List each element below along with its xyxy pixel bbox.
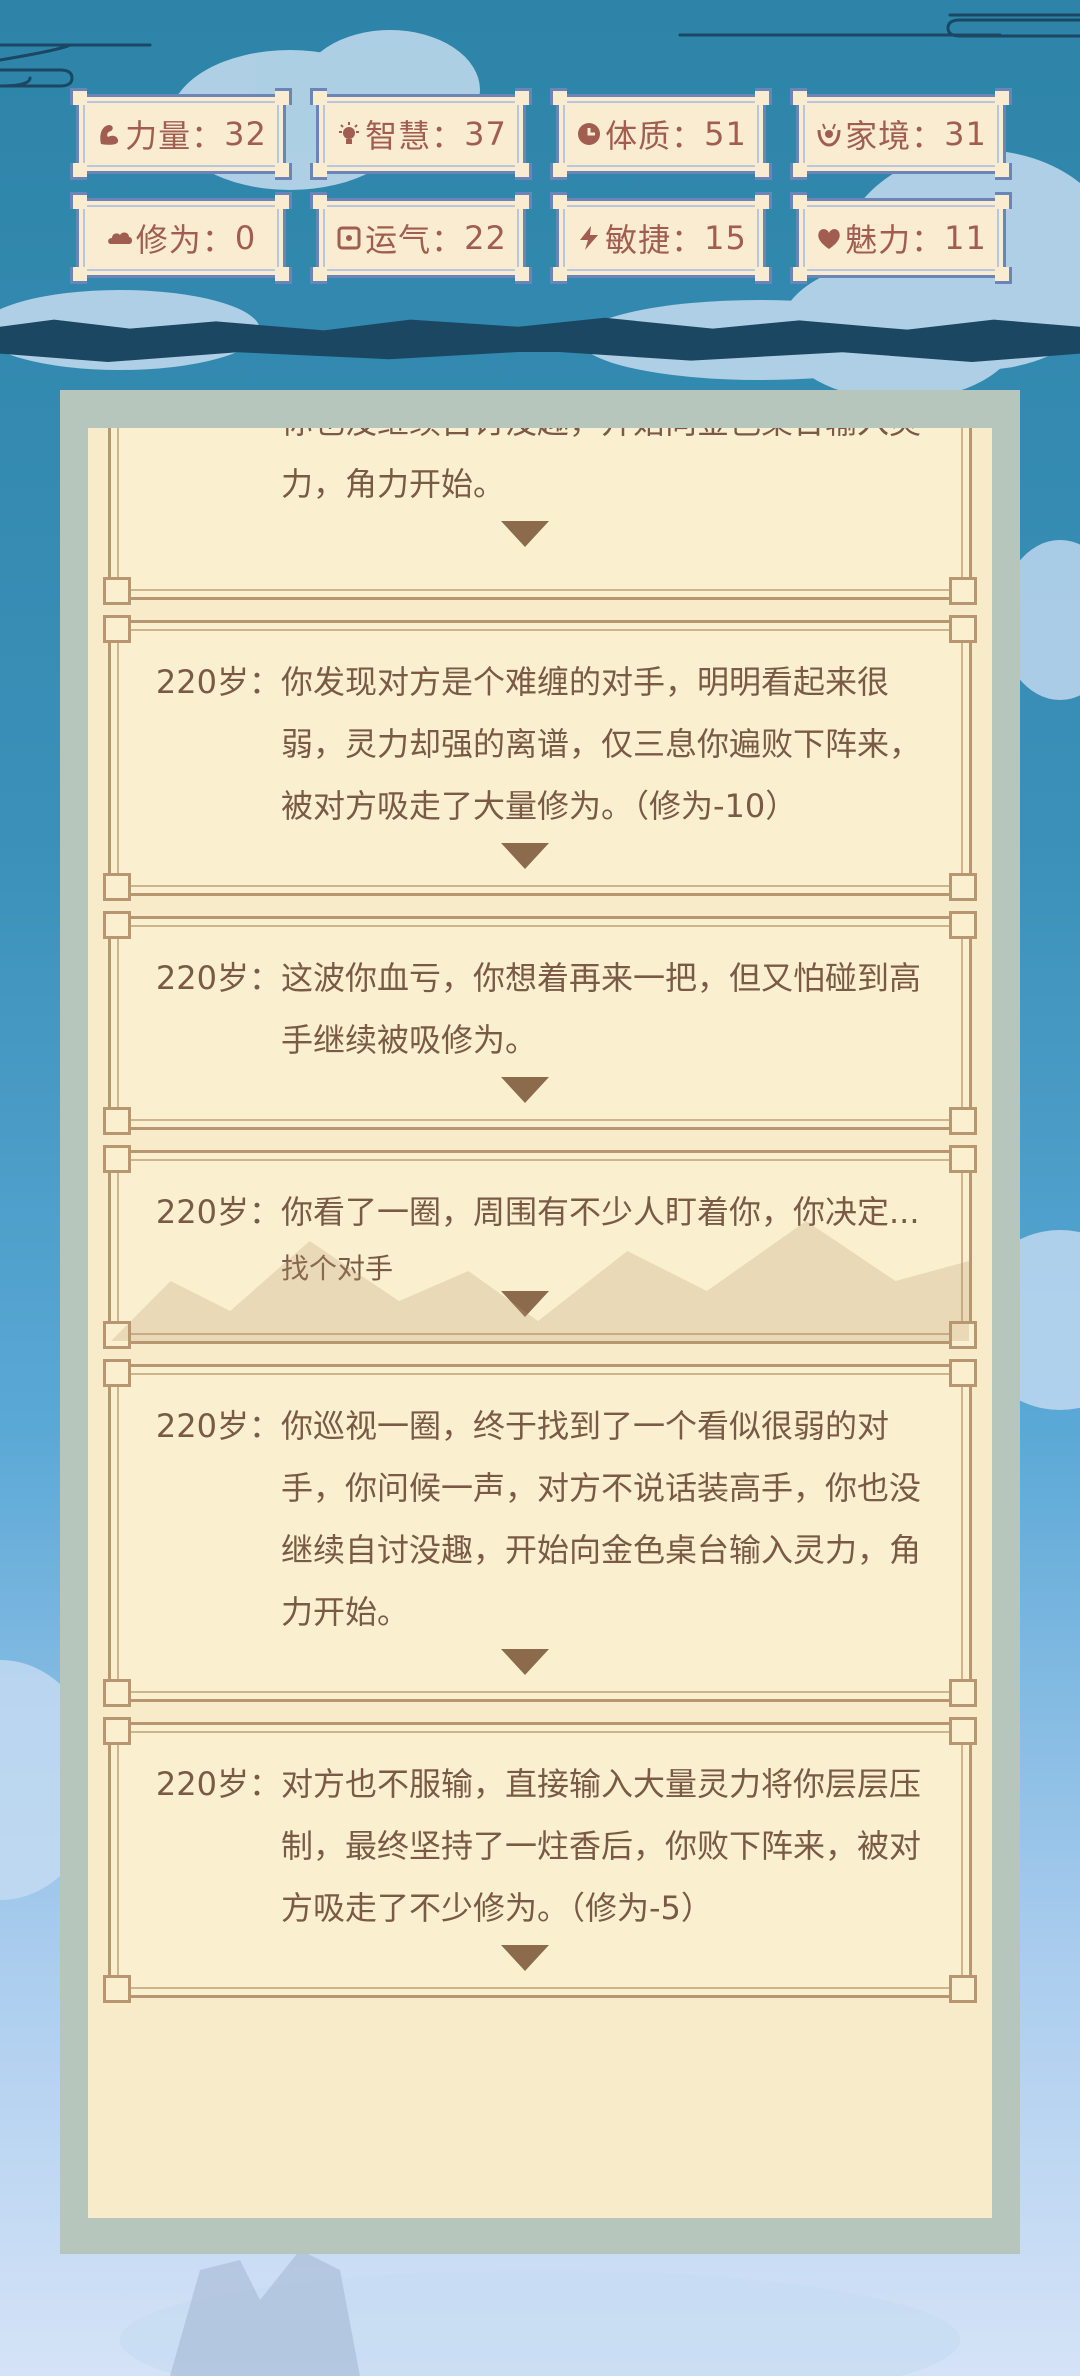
event-log-panel[interactable]: 你也没继续自讨没趣，开始向金色桌台输入灵力，角力开始。 220岁： 你发现对方是… — [60, 390, 1020, 2254]
expand-arrow-icon[interactable] — [501, 1945, 549, 1971]
event-age: 220岁： — [155, 1407, 281, 1445]
stat-label: 运气 — [365, 221, 432, 259]
stat-constitution: 体质： 51 — [550, 88, 772, 180]
stat-value: 31 — [944, 115, 987, 153]
event-age: 220岁： — [155, 1765, 281, 1803]
stat-strength: 力量： 32 — [70, 88, 292, 180]
event-age: 220岁： — [155, 663, 281, 701]
dice-icon — [337, 226, 361, 250]
stat-charm: 魅力： 11 — [790, 192, 1012, 284]
event-text: 对方也不服输，直接输入大量灵力将你层层压制，最终坚持了一炷香后，你败下阵来，被对… — [281, 1765, 922, 1927]
stat-family: 家境： 31 — [790, 88, 1012, 180]
stat-label: 敏捷 — [605, 221, 672, 259]
stat-separator: ： — [911, 117, 945, 155]
event-list: 你也没继续自讨没趣，开始向金色桌台输入灵力，角力开始。 220岁： 你发现对方是… — [88, 428, 992, 2018]
stat-label: 魅力 — [845, 221, 912, 259]
event-text: 你也没继续自讨没趣，开始向金色桌台输入灵力，角力开始。 — [281, 428, 921, 503]
event-text: 你巡视一圈，终于找到了一个看似很弱的对手，你问候一声，对方不说话装高手，你也没继… — [281, 1407, 922, 1631]
mountain-decoration — [111, 1221, 969, 1341]
expand-arrow-icon[interactable] — [501, 521, 549, 547]
lightning-icon — [580, 226, 599, 250]
event-text: 你发现对方是个难缠的对手，明明看起来很弱，灵力却强的离谱，仅三息你遍败下阵来，被… — [281, 663, 922, 825]
stat-cultivation: 修为： 0 — [70, 192, 292, 284]
event-age: 220岁： — [155, 959, 281, 997]
stat-separator: ： — [911, 221, 945, 259]
heart-icon — [818, 229, 840, 249]
expand-arrow-icon[interactable] — [501, 1077, 549, 1103]
stat-label: 智慧 — [365, 117, 432, 155]
muscle-icon — [100, 125, 119, 145]
stat-separator: ： — [671, 221, 705, 259]
event-card: 220岁： 这波你血亏，你想着再来一把，但又怕碰到高手继续被吸修为。 — [103, 911, 977, 1135]
stat-value: 51 — [704, 115, 747, 153]
health-icon — [578, 123, 601, 145]
stat-label: 体质 — [605, 117, 672, 155]
event-text: 这波你血亏，你想着再来一把，但又怕碰到高手继续被吸修为。 — [281, 959, 922, 1059]
lightbulb-icon — [339, 122, 360, 144]
stat-label: 家境 — [845, 117, 912, 155]
stat-wisdom: 智慧： 37 — [310, 88, 532, 180]
stat-separator: ： — [431, 221, 465, 259]
stat-label: 力量 — [125, 117, 192, 155]
attribute-panel: 力量： 32 智慧： 37 体质： 51 家境： 31 修为： 0 运气： 22 敏捷： 15… — [0, 0, 1080, 300]
event-card: 220岁： 你巡视一圈，终于找到了一个看似很弱的对手，你问候一声，对方不说话装高… — [103, 1359, 977, 1707]
stat-value: 32 — [224, 115, 267, 153]
stat-value: 11 — [944, 219, 987, 257]
stat-value: 22 — [464, 219, 507, 257]
event-card: 220岁： 你看了一圈，周围有不少人盯着你，你决定... 找个对手 — [103, 1145, 977, 1349]
event-age — [111, 428, 281, 515]
cloud-icon — [107, 232, 132, 244]
stat-separator: ： — [201, 221, 235, 259]
stat-value: 15 — [704, 219, 747, 257]
event-card: 220岁： 对方也不服输，直接输入大量灵力将你层层压制，最终坚持了一炷香后，你败… — [103, 1717, 977, 2003]
stat-label: 修为 — [135, 221, 202, 259]
stat-value: 37 — [464, 115, 507, 153]
expand-arrow-icon[interactable] — [501, 1649, 549, 1675]
stat-separator: ： — [431, 117, 465, 155]
family-icon — [817, 123, 841, 147]
stat-separator: ： — [671, 117, 705, 155]
expand-arrow-icon[interactable] — [501, 843, 549, 869]
stat-value: 0 — [234, 219, 257, 257]
event-card: 220岁： 你发现对方是个难缠的对手，明明看起来很弱，灵力却强的离谱，仅三息你遍… — [103, 615, 977, 901]
stat-luck: 运气： 22 — [310, 192, 532, 284]
event-log-scroll-area[interactable]: 你也没继续自讨没趣，开始向金色桌台输入灵力，角力开始。 220岁： 你发现对方是… — [88, 428, 992, 2218]
stat-agility: 敏捷： 15 — [550, 192, 772, 284]
stat-separator: ： — [191, 117, 225, 155]
event-card: 你也没继续自讨没趣，开始向金色桌台输入灵力，角力开始。 — [103, 428, 977, 605]
